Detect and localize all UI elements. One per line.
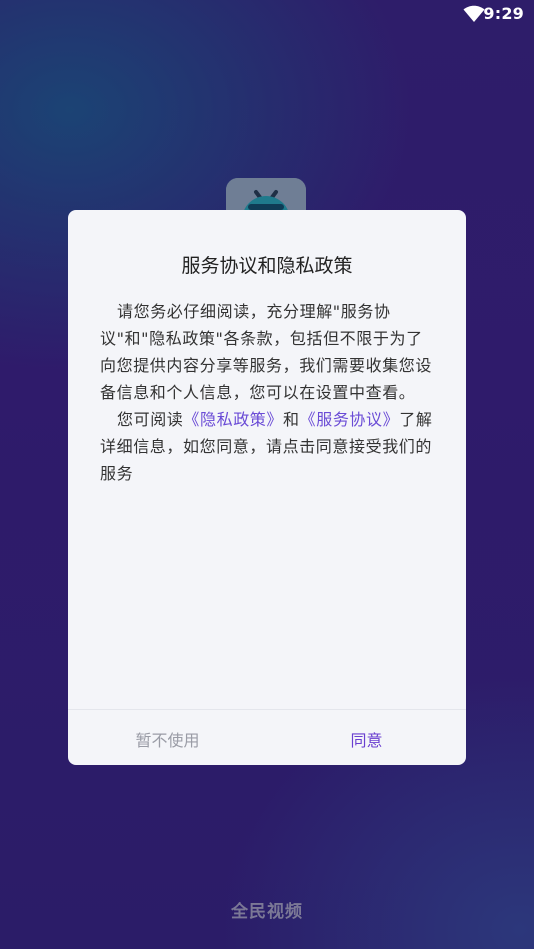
status-time: 9:29 bbox=[483, 4, 524, 23]
service-agreement-link[interactable]: 《服务协议》 bbox=[300, 410, 400, 429]
wifi-icon bbox=[463, 5, 485, 22]
privacy-dialog: 服务协议和隐私政策 请您务必仔细阅读，充分理解"服务协议"和"隐私政策"各条款，… bbox=[68, 210, 466, 765]
agree-button[interactable]: 同意 bbox=[267, 710, 466, 765]
decline-button[interactable]: 暂不使用 bbox=[68, 710, 267, 765]
dialog-actions: 暂不使用 同意 bbox=[68, 710, 466, 765]
status-bar: 9:29 bbox=[0, 0, 534, 30]
app-name-label: 全民视频 bbox=[231, 902, 303, 922]
privacy-policy-link[interactable]: 《隐私政策》 bbox=[183, 410, 283, 429]
paragraph-2-prefix: 您可阅读 bbox=[117, 410, 184, 429]
dialog-title: 服务协议和隐私政策 bbox=[181, 255, 353, 277]
dialog-paragraph-2: 您可阅读《隐私政策》和《服务协议》了解详细信息，如您同意，请点击同意接受我们的服… bbox=[100, 406, 434, 487]
paragraph-2-connector: 和 bbox=[283, 410, 300, 429]
dialog-paragraph-1: 请您务必仔细阅读，充分理解"服务协议"和"隐私政策"各条款，包括但不限于为了向您… bbox=[100, 302, 433, 402]
dialog-body: 请您务必仔细阅读，充分理解"服务协议"和"隐私政策"各条款，包括但不限于为了向您… bbox=[100, 298, 434, 487]
